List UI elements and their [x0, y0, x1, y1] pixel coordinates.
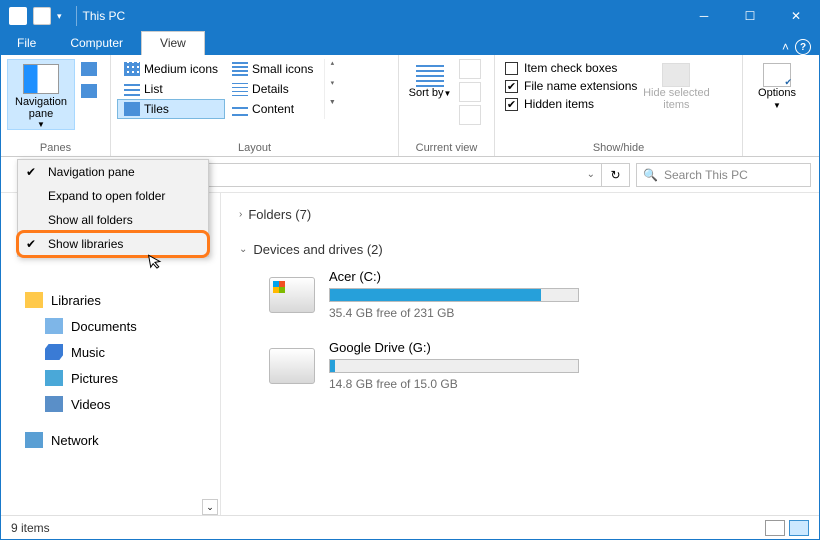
sidebar-item-libraries[interactable]: Libraries: [21, 287, 220, 313]
sidebar-item-videos[interactable]: Videos: [21, 391, 220, 417]
refresh-button[interactable]: ↻: [602, 163, 630, 187]
chevron-down-icon: ▼: [37, 120, 45, 129]
medium-icons-button[interactable]: Medium icons: [117, 59, 225, 79]
navigation-pane-dropdown: ✔Navigation pane Expand to open folder S…: [17, 159, 209, 257]
sort-icon: [416, 63, 444, 87]
title-bar: 🖥 ☑ ▾ This PC ─ ☐ ✕: [1, 1, 819, 31]
drive-free-text: 35.4 GB free of 231 GB: [329, 306, 579, 320]
file-tab[interactable]: File: [1, 32, 52, 55]
ribbon-tabs: File Computer View ˄ ?: [1, 31, 819, 55]
details-view-button[interactable]: [765, 520, 785, 536]
drive-icon: [269, 348, 315, 384]
drive-name: Google Drive (G:): [329, 340, 579, 355]
drives-group-header[interactable]: ⌄Devices and drives (2): [239, 238, 801, 261]
sidebar-item-pictures[interactable]: Pictures: [21, 365, 220, 391]
checkbox-checked-icon: ✔: [505, 80, 518, 93]
drive-name: Acer (C:): [329, 269, 579, 284]
hidden-items-toggle[interactable]: ✔Hidden items: [505, 97, 637, 111]
videos-icon: [45, 396, 63, 412]
hide-items-icon: [662, 63, 690, 87]
content-button[interactable]: Content: [225, 99, 320, 119]
drive-free-text: 14.8 GB free of 15.0 GB: [329, 377, 579, 391]
list-button[interactable]: List: [117, 79, 225, 99]
hide-selected-button: Hide selected items: [641, 59, 711, 113]
current-view-group-label: Current view: [405, 142, 488, 156]
layout-group-label: Layout: [117, 142, 392, 156]
checkbox-unchecked-icon: [505, 62, 518, 75]
drive-icon: [269, 277, 315, 313]
drive-item[interactable]: Google Drive (G:) 14.8 GB free of 15.0 G…: [239, 332, 801, 403]
drive-usage-bar: [329, 359, 579, 373]
drive-usage-fill: [330, 289, 541, 301]
sort-by-button[interactable]: Sort by▼: [405, 59, 455, 125]
size-columns-button[interactable]: [459, 105, 481, 125]
minimize-button[interactable]: ─: [681, 1, 727, 31]
quick-access-toolbar: 🖥 ☑ ▾: [1, 7, 70, 25]
layout-more[interactable]: ▼: [325, 99, 339, 109]
view-tab[interactable]: View: [141, 31, 205, 55]
help-icon[interactable]: ?: [795, 39, 811, 55]
dropdown-show-libraries[interactable]: ✔Show libraries: [18, 232, 208, 256]
tiles-button[interactable]: Tiles: [117, 99, 225, 119]
checkmark-icon: ✔: [26, 165, 36, 179]
panes-group-label: Panes: [7, 142, 104, 156]
small-icons-button[interactable]: Small icons: [225, 59, 320, 79]
sidebar-item-network[interactable]: Network: [21, 427, 220, 453]
tiles-view-button[interactable]: [789, 520, 809, 536]
navigation-pane-label: Navigation pane: [8, 96, 74, 120]
options-icon: ✔: [763, 63, 791, 87]
layout-scroll-up[interactable]: ▴: [325, 59, 339, 69]
chevron-down-icon[interactable]: ⌄: [587, 169, 595, 180]
pc-icon: 🖥: [9, 7, 27, 25]
properties-icon[interactable]: ☑: [33, 7, 51, 25]
sidebar-item-documents[interactable]: Documents: [21, 313, 220, 339]
divider: [76, 6, 77, 26]
chevron-right-icon: ›: [239, 209, 242, 220]
qat-dropdown-icon[interactable]: ▾: [57, 11, 62, 22]
chevron-down-icon: ⌄: [239, 244, 247, 255]
dropdown-expand-to-open[interactable]: Expand to open folder: [18, 184, 208, 208]
sidebar-scroll-down[interactable]: ⌄: [202, 499, 218, 515]
documents-icon: [45, 318, 63, 334]
drive-usage-fill: [330, 360, 335, 372]
preview-pane-button[interactable]: [79, 59, 99, 79]
file-extensions-toggle[interactable]: ✔File name extensions: [505, 79, 637, 93]
maximize-button[interactable]: ☐: [727, 1, 773, 31]
sidebar-item-music[interactable]: Music: [21, 339, 220, 365]
checkbox-checked-icon: ✔: [505, 98, 518, 111]
search-input[interactable]: 🔍 Search This PC: [636, 163, 811, 187]
content-pane: ›Folders (7) ⌄Devices and drives (2) Ace…: [221, 193, 819, 515]
window-title: This PC: [83, 9, 126, 23]
status-item-count: 9 items: [11, 521, 50, 535]
navigation-pane-icon: [23, 64, 59, 94]
options-button[interactable]: ✔ Options▼: [749, 59, 805, 111]
music-icon: [45, 344, 63, 360]
status-bar: 9 items: [1, 515, 819, 539]
details-pane-button[interactable]: [79, 81, 99, 101]
pictures-icon: [45, 370, 63, 386]
ribbon: Navigation pane ▼ Panes Medium icons Sma…: [1, 55, 819, 157]
layout-scroll-down[interactable]: ▾: [325, 79, 339, 89]
details-button[interactable]: Details: [225, 79, 320, 99]
network-icon: [25, 432, 43, 448]
search-placeholder: Search This PC: [664, 168, 748, 182]
group-by-button[interactable]: [459, 59, 481, 79]
folders-group-header[interactable]: ›Folders (7): [239, 203, 801, 226]
collapse-ribbon-icon[interactable]: ˄: [782, 40, 789, 54]
add-columns-button[interactable]: [459, 82, 481, 102]
cursor-icon: [147, 252, 166, 273]
close-button[interactable]: ✕: [773, 1, 819, 31]
dropdown-show-all-folders[interactable]: Show all folders: [18, 208, 208, 232]
checkmark-icon: ✔: [26, 237, 36, 251]
navigation-pane-button[interactable]: Navigation pane ▼: [7, 59, 75, 130]
search-icon: 🔍: [643, 168, 658, 182]
drive-usage-bar: [329, 288, 579, 302]
showhide-group-label: Show/hide: [501, 142, 736, 156]
libraries-icon: [25, 292, 43, 308]
item-checkboxes-toggle[interactable]: Item check boxes: [505, 61, 637, 75]
computer-tab[interactable]: Computer: [52, 32, 141, 55]
drive-item[interactable]: Acer (C:) 35.4 GB free of 231 GB: [239, 261, 801, 332]
dropdown-navigation-pane[interactable]: ✔Navigation pane: [18, 160, 208, 184]
